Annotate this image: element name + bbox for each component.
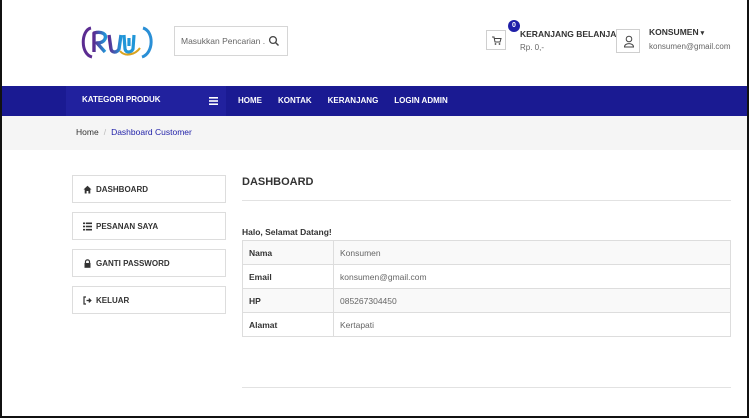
user-button[interactable] <box>616 29 640 53</box>
lock-icon <box>84 259 91 268</box>
row-value: konsumen@gmail.com <box>333 264 731 289</box>
search-input[interactable] <box>175 27 265 55</box>
profile-table: Nama Konsumen Email konsumen@gmail.com H… <box>242 240 731 337</box>
sidebar-item-pesanan-saya[interactable]: PESANAN SAYA <box>72 212 226 240</box>
nav-login-admin[interactable]: LOGIN ADMIN <box>394 86 447 116</box>
user-name: KONSUMEN <box>649 27 699 37</box>
user-menu-toggle[interactable]: KONSUMEN ▾ <box>649 27 704 37</box>
breadcrumb-separator: / <box>103 127 107 137</box>
row-key: Nama <box>242 240 334 265</box>
cart-icon <box>492 36 502 45</box>
sidebar-item-label: KELUAR <box>96 296 130 305</box>
page-title: DASHBOARD <box>242 176 314 188</box>
menu-icon <box>209 97 218 105</box>
sidebar-item-label: PESANAN SAYA <box>96 222 159 231</box>
nav-links: HOME KONTAK KERANJANG LOGIN ADMIN <box>238 86 464 116</box>
table-row: Alamat Kertapati <box>242 312 731 337</box>
row-value: Kertapati <box>333 312 731 337</box>
sidebar-item-keluar[interactable]: KELUAR <box>72 286 226 314</box>
breadcrumb-current[interactable]: Dashboard Customer <box>111 127 192 137</box>
breadcrumb-bar: Home / Dashboard Customer <box>2 116 747 150</box>
divider <box>242 387 731 388</box>
site-header: 0 KERANJANG BELANJA : Rp. 0,- KONSUMEN▾ … <box>2 0 747 86</box>
cart-button[interactable] <box>486 30 506 50</box>
breadcrumb: Home / Dashboard Customer <box>76 127 192 137</box>
row-key: Alamat <box>242 312 334 337</box>
home-icon <box>83 185 92 194</box>
search-icon[interactable] <box>268 35 280 47</box>
row-key: HP <box>242 288 334 313</box>
search-box <box>174 26 288 56</box>
nav-home[interactable]: HOME <box>238 86 262 116</box>
caret-down-icon: ▾ <box>700 30 705 37</box>
sign-out-icon <box>83 296 92 305</box>
sidebar-item-dashboard[interactable]: DASHBOARD <box>72 175 226 203</box>
kategori-produk-menu[interactable]: KATEGORI PRODUK <box>66 86 226 116</box>
kategori-label: KATEGORI PRODUK <box>82 95 161 104</box>
dashboard-panel: DASHBOARD Halo, Selamat Datang! Nama Kon… <box>242 176 731 388</box>
divider <box>242 200 731 201</box>
site-logo[interactable] <box>78 22 156 62</box>
user-icon <box>623 35 635 48</box>
cart-total: Rp. 0,- <box>520 43 545 52</box>
cart-title[interactable]: KERANJANG BELANJA : <box>520 29 621 39</box>
table-row: Email konsumen@gmail.com <box>242 264 731 289</box>
user-email: konsumen@gmail.com <box>649 42 731 51</box>
table-row: Nama Konsumen <box>242 240 731 265</box>
sidebar-item-label: GANTI PASSWORD <box>96 259 170 268</box>
table-row: HP 085267304450 <box>242 288 731 313</box>
nav-keranjang[interactable]: KERANJANG <box>328 86 379 116</box>
account-sidebar: DASHBOARD PESANAN SAYA GANTI PASSWORD KE… <box>72 175 226 323</box>
row-key: Email <box>242 264 334 289</box>
sidebar-item-ganti-password[interactable]: GANTI PASSWORD <box>72 249 226 277</box>
sidebar-item-label: DASHBOARD <box>96 185 148 194</box>
row-value: Konsumen <box>333 240 731 265</box>
row-value: 085267304450 <box>333 288 731 313</box>
list-icon <box>83 222 92 231</box>
main-navbar: KATEGORI PRODUK HOME KONTAK KERANJANG LO… <box>2 86 747 116</box>
nav-kontak[interactable]: KONTAK <box>278 86 312 116</box>
cart-count-badge: 0 <box>508 20 520 32</box>
greeting-text: Halo, Selamat Datang! <box>242 227 332 237</box>
breadcrumb-home[interactable]: Home <box>76 127 99 137</box>
